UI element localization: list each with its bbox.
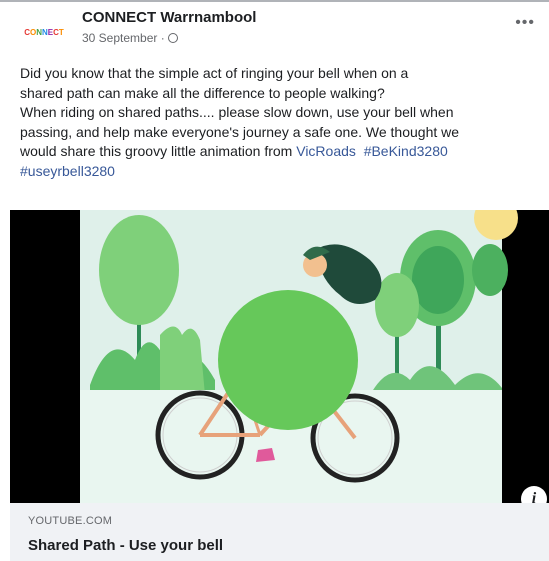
post-text-line: Did you know that the simple act of ring… [20, 65, 409, 81]
facebook-post: CONNECT CONNECT Warrnambool 30 September… [0, 0, 549, 561]
rider-shoe-shape [256, 448, 275, 462]
post-text-line: passing, and help make everyone's journe… [20, 123, 460, 140]
bush-shape [160, 326, 205, 395]
link-title[interactable]: Shared Path - Use your bell [28, 537, 223, 554]
post-text: Did you know that the simple act of ring… [20, 64, 546, 181]
post-text-line-with-links: would share this groovy little animation… [20, 142, 546, 162]
post-header: CONNECT CONNECT Warrnambool 30 September… [20, 6, 539, 54]
link-domain: YOUTUBE.COM [28, 515, 113, 527]
green-circle-overlay [218, 290, 358, 430]
hashtag-link-bekind3280[interactable]: #BeKind3280 [364, 143, 448, 159]
post-text-line-hashtag: #useyrbell3280 [20, 162, 546, 182]
avatar-logo-text: CONNECT [24, 27, 64, 37]
avatar[interactable]: CONNECT [20, 12, 68, 52]
page-name[interactable]: CONNECT Warrnambool [82, 9, 256, 26]
post-text-line: shared path can make all the difference … [20, 84, 385, 101]
hashtag-link-useyrbell3280[interactable]: #useyrbell3280 [20, 163, 115, 179]
video-player[interactable]: i [10, 210, 549, 503]
globe-icon [167, 33, 178, 43]
post-date[interactable]: 30 September · [82, 31, 165, 45]
mention-link-vicroads[interactable]: VicRoads [296, 143, 356, 159]
post-text-line: would share this groovy little animation… [20, 143, 297, 159]
tree-shape [472, 244, 508, 296]
top-divider [0, 0, 549, 2]
post-meta: 30 September · [82, 31, 178, 45]
more-options-icon[interactable]: ••• [515, 14, 535, 32]
post-text-line: When riding on shared paths.... please s… [20, 104, 454, 120]
link-preview[interactable]: YOUTUBE.COM Shared Path - Use your bell [10, 503, 549, 561]
video-frame [10, 210, 549, 503]
